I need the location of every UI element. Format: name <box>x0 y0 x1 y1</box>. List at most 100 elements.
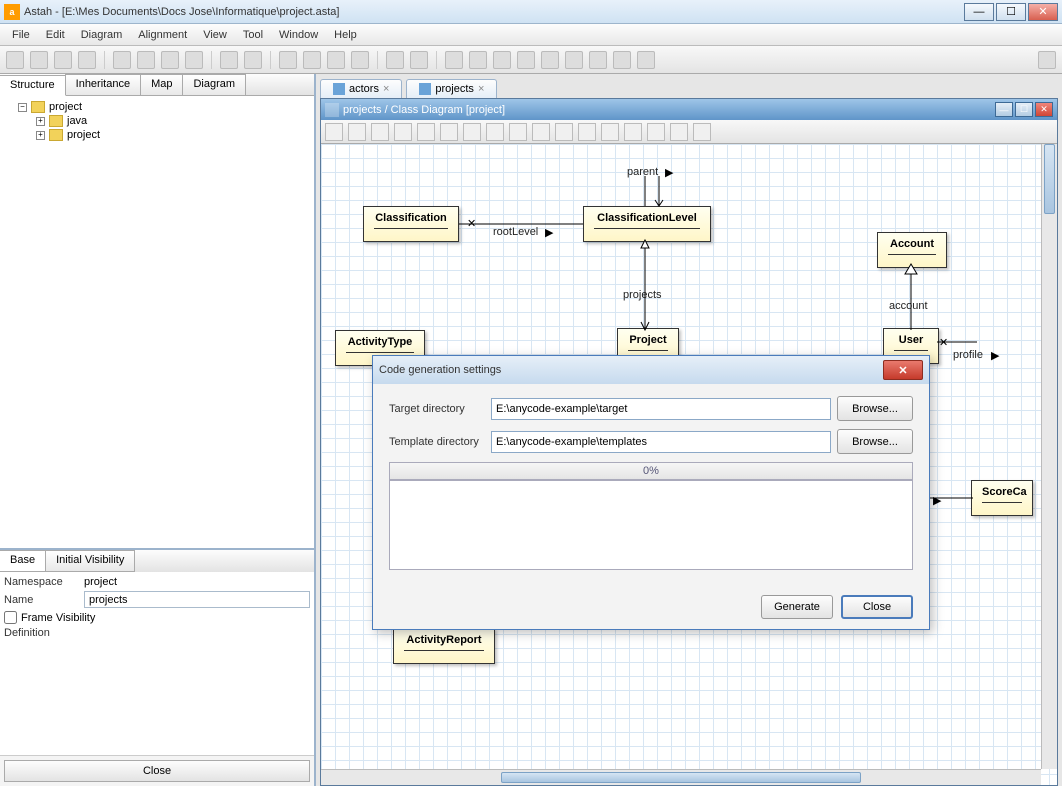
align-v-icon[interactable] <box>493 51 511 69</box>
rect-tool-icon[interactable] <box>647 123 665 141</box>
horizontal-scrollbar[interactable] <box>321 769 1041 785</box>
class-tool-icon[interactable] <box>348 123 366 141</box>
align-icon[interactable] <box>445 51 463 69</box>
redo-icon[interactable] <box>244 51 262 69</box>
line-tool-icon[interactable] <box>670 123 688 141</box>
dialog-titlebar[interactable]: Code generation settings ✕ <box>373 356 929 384</box>
vertical-scrollbar[interactable] <box>1041 144 1057 769</box>
copy-icon[interactable] <box>113 51 131 69</box>
name-label: Name <box>4 594 84 606</box>
arrow-icon: ▶ <box>991 349 999 362</box>
text-tool-icon[interactable] <box>624 123 642 141</box>
tree-item[interactable]: + java <box>4 114 310 128</box>
collapse-icon[interactable]: − <box>18 103 27 112</box>
template-dir-input[interactable] <box>491 431 831 453</box>
menu-edit[interactable]: Edit <box>38 27 73 43</box>
target-dir-input[interactable] <box>491 398 831 420</box>
tab-close-icon[interactable]: × <box>383 83 389 95</box>
generalize-tool-icon[interactable] <box>486 123 504 141</box>
print-icon[interactable] <box>78 51 96 69</box>
app-icon: a <box>4 4 20 20</box>
props-close-button[interactable]: Close <box>4 760 310 782</box>
diagram-titlebar: projects / Class Diagram [project] — ☐ ✕ <box>321 99 1057 120</box>
tab-diagram[interactable]: Diagram <box>182 74 246 95</box>
open-icon[interactable] <box>30 51 48 69</box>
note-tool-icon[interactable] <box>417 123 435 141</box>
expand-icon[interactable]: + <box>36 117 45 126</box>
menu-view[interactable]: View <box>195 27 235 43</box>
name-input[interactable] <box>84 591 310 608</box>
tree-root[interactable]: − project <box>4 100 310 114</box>
frame-visibility-checkbox[interactable] <box>4 611 17 624</box>
menu-window[interactable]: Window <box>271 27 326 43</box>
tab-map[interactable]: Map <box>140 74 183 95</box>
tab-structure[interactable]: Structure <box>0 75 66 96</box>
class-classification[interactable]: Classification <box>363 206 459 242</box>
zoom-icon[interactable] <box>279 51 297 69</box>
group-icon[interactable] <box>613 51 631 69</box>
fit-icon[interactable] <box>351 51 369 69</box>
image-tool-icon[interactable] <box>693 123 711 141</box>
arrow-icon[interactable] <box>589 51 607 69</box>
depend-tool-icon[interactable] <box>463 123 481 141</box>
package-tool-icon[interactable] <box>371 123 389 141</box>
dialog-close-button[interactable]: ✕ <box>883 360 923 380</box>
composite-tool-icon[interactable] <box>555 123 573 141</box>
diagram-maximize-button[interactable]: ☐ <box>1015 102 1033 117</box>
namespace-value: project <box>84 576 117 588</box>
help-icon[interactable] <box>1038 51 1056 69</box>
connector-tool-icon[interactable] <box>601 123 619 141</box>
zoom-in-icon[interactable] <box>303 51 321 69</box>
class-activity-report[interactable]: ActivityReport <box>393 628 495 664</box>
port-tool-icon[interactable] <box>578 123 596 141</box>
tab-base[interactable]: Base <box>0 550 46 572</box>
realize-tool-icon[interactable] <box>509 123 527 141</box>
browse-template-button[interactable]: Browse... <box>837 429 913 454</box>
tab-initial-visibility[interactable]: Initial Visibility <box>45 550 135 572</box>
diagram-close-button[interactable]: ✕ <box>1035 102 1053 117</box>
tab-close-icon[interactable]: × <box>478 83 484 95</box>
browse-target-button[interactable]: Browse... <box>837 396 913 421</box>
tab-inheritance[interactable]: Inheritance <box>65 74 141 95</box>
expand-icon[interactable]: + <box>36 131 45 140</box>
minimize-button[interactable]: — <box>964 3 994 21</box>
diagram-minimize-button[interactable]: — <box>995 102 1013 117</box>
cut-icon[interactable] <box>161 51 179 69</box>
class-classification-level[interactable]: ClassificationLevel <box>583 206 711 242</box>
ungroup-icon[interactable] <box>637 51 655 69</box>
generate-button[interactable]: Generate <box>761 595 833 619</box>
new-icon[interactable] <box>6 51 24 69</box>
doc-tab-actors[interactable]: actors × <box>320 79 402 98</box>
line-icon[interactable] <box>565 51 583 69</box>
navigate-back-icon[interactable] <box>386 51 404 69</box>
navigate-fwd-icon[interactable] <box>410 51 428 69</box>
menu-file[interactable]: File <box>4 27 38 43</box>
zoom-out-icon[interactable] <box>327 51 345 69</box>
code-generation-dialog: Code generation settings ✕ Target direct… <box>372 355 930 630</box>
class-account[interactable]: Account <box>877 232 947 268</box>
select-tool-icon[interactable] <box>325 123 343 141</box>
dialog-close-action-button[interactable]: Close <box>841 595 913 619</box>
align-h-icon[interactable] <box>469 51 487 69</box>
project-tree[interactable]: − project + java + project <box>0 96 314 550</box>
class-scorecard[interactable]: ScoreCa <box>971 480 1033 516</box>
menu-alignment[interactable]: Alignment <box>130 27 195 43</box>
paste-icon[interactable] <box>137 51 155 69</box>
close-button[interactable]: ✕ <box>1028 3 1058 21</box>
aggregate-tool-icon[interactable] <box>532 123 550 141</box>
distribute-icon[interactable] <box>517 51 535 69</box>
menu-tool[interactable]: Tool <box>235 27 271 43</box>
maximize-button[interactable]: ☐ <box>996 3 1026 21</box>
assoc-label-account: account <box>889 300 928 312</box>
tree-item[interactable]: + project <box>4 128 310 142</box>
menu-help[interactable]: Help <box>326 27 365 43</box>
doc-tab-projects[interactable]: projects × <box>406 79 497 98</box>
interface-tool-icon[interactable] <box>394 123 412 141</box>
color-icon[interactable] <box>541 51 559 69</box>
assoc-tool-icon[interactable] <box>440 123 458 141</box>
duplicate-icon[interactable] <box>185 51 203 69</box>
save-icon[interactable] <box>54 51 72 69</box>
menu-diagram[interactable]: Diagram <box>73 27 131 43</box>
undo-icon[interactable] <box>220 51 238 69</box>
log-output[interactable] <box>389 480 913 570</box>
